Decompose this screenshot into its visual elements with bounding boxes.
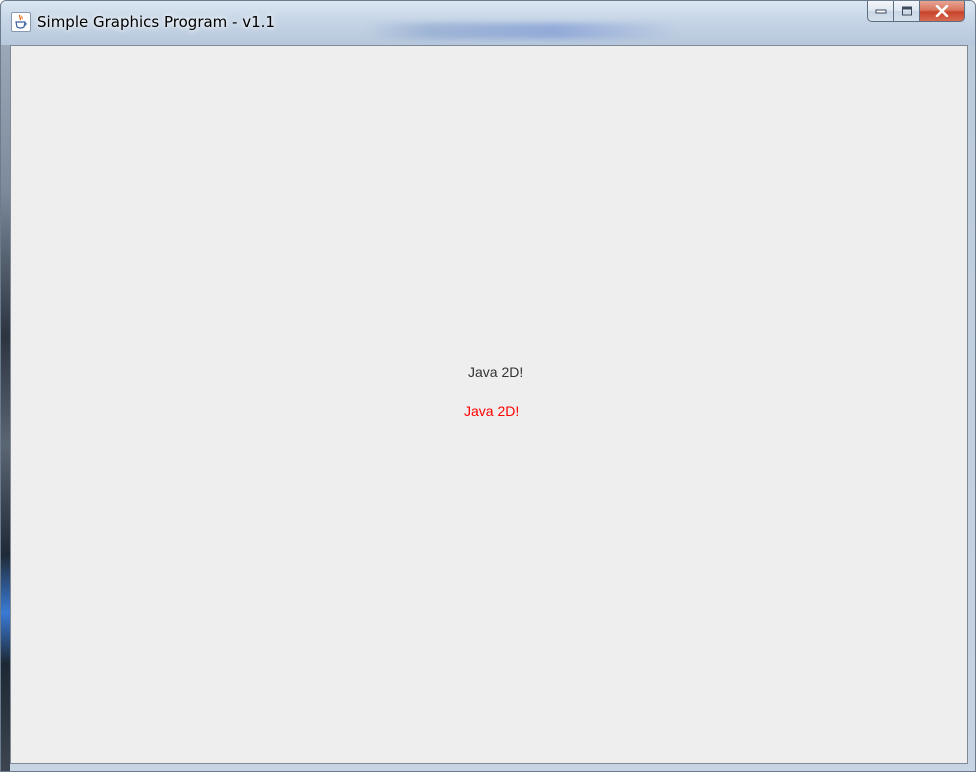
minimize-button[interactable] xyxy=(867,1,894,22)
title-bar[interactable]: Simple Graphics Program - v1.1 xyxy=(1,1,975,45)
maximize-icon xyxy=(901,6,912,16)
canvas-text-default: Java 2D! xyxy=(468,364,524,380)
background-blur xyxy=(366,23,681,39)
canvas-text-red: Java 2D! xyxy=(464,403,520,419)
close-icon xyxy=(935,5,949,17)
java-cup-icon[interactable] xyxy=(11,12,31,32)
window-title: Simple Graphics Program - v1.1 xyxy=(37,13,275,31)
maximize-button[interactable] xyxy=(894,1,920,22)
window-controls xyxy=(867,1,965,23)
close-button[interactable] xyxy=(920,1,965,22)
desktop-edge xyxy=(1,45,10,771)
minimize-icon xyxy=(875,9,886,14)
app-window: Simple Graphics Program - v1.1 Java 2D! … xyxy=(0,0,976,772)
drawing-canvas[interactable]: Java 2D! Java 2D! xyxy=(10,45,968,764)
